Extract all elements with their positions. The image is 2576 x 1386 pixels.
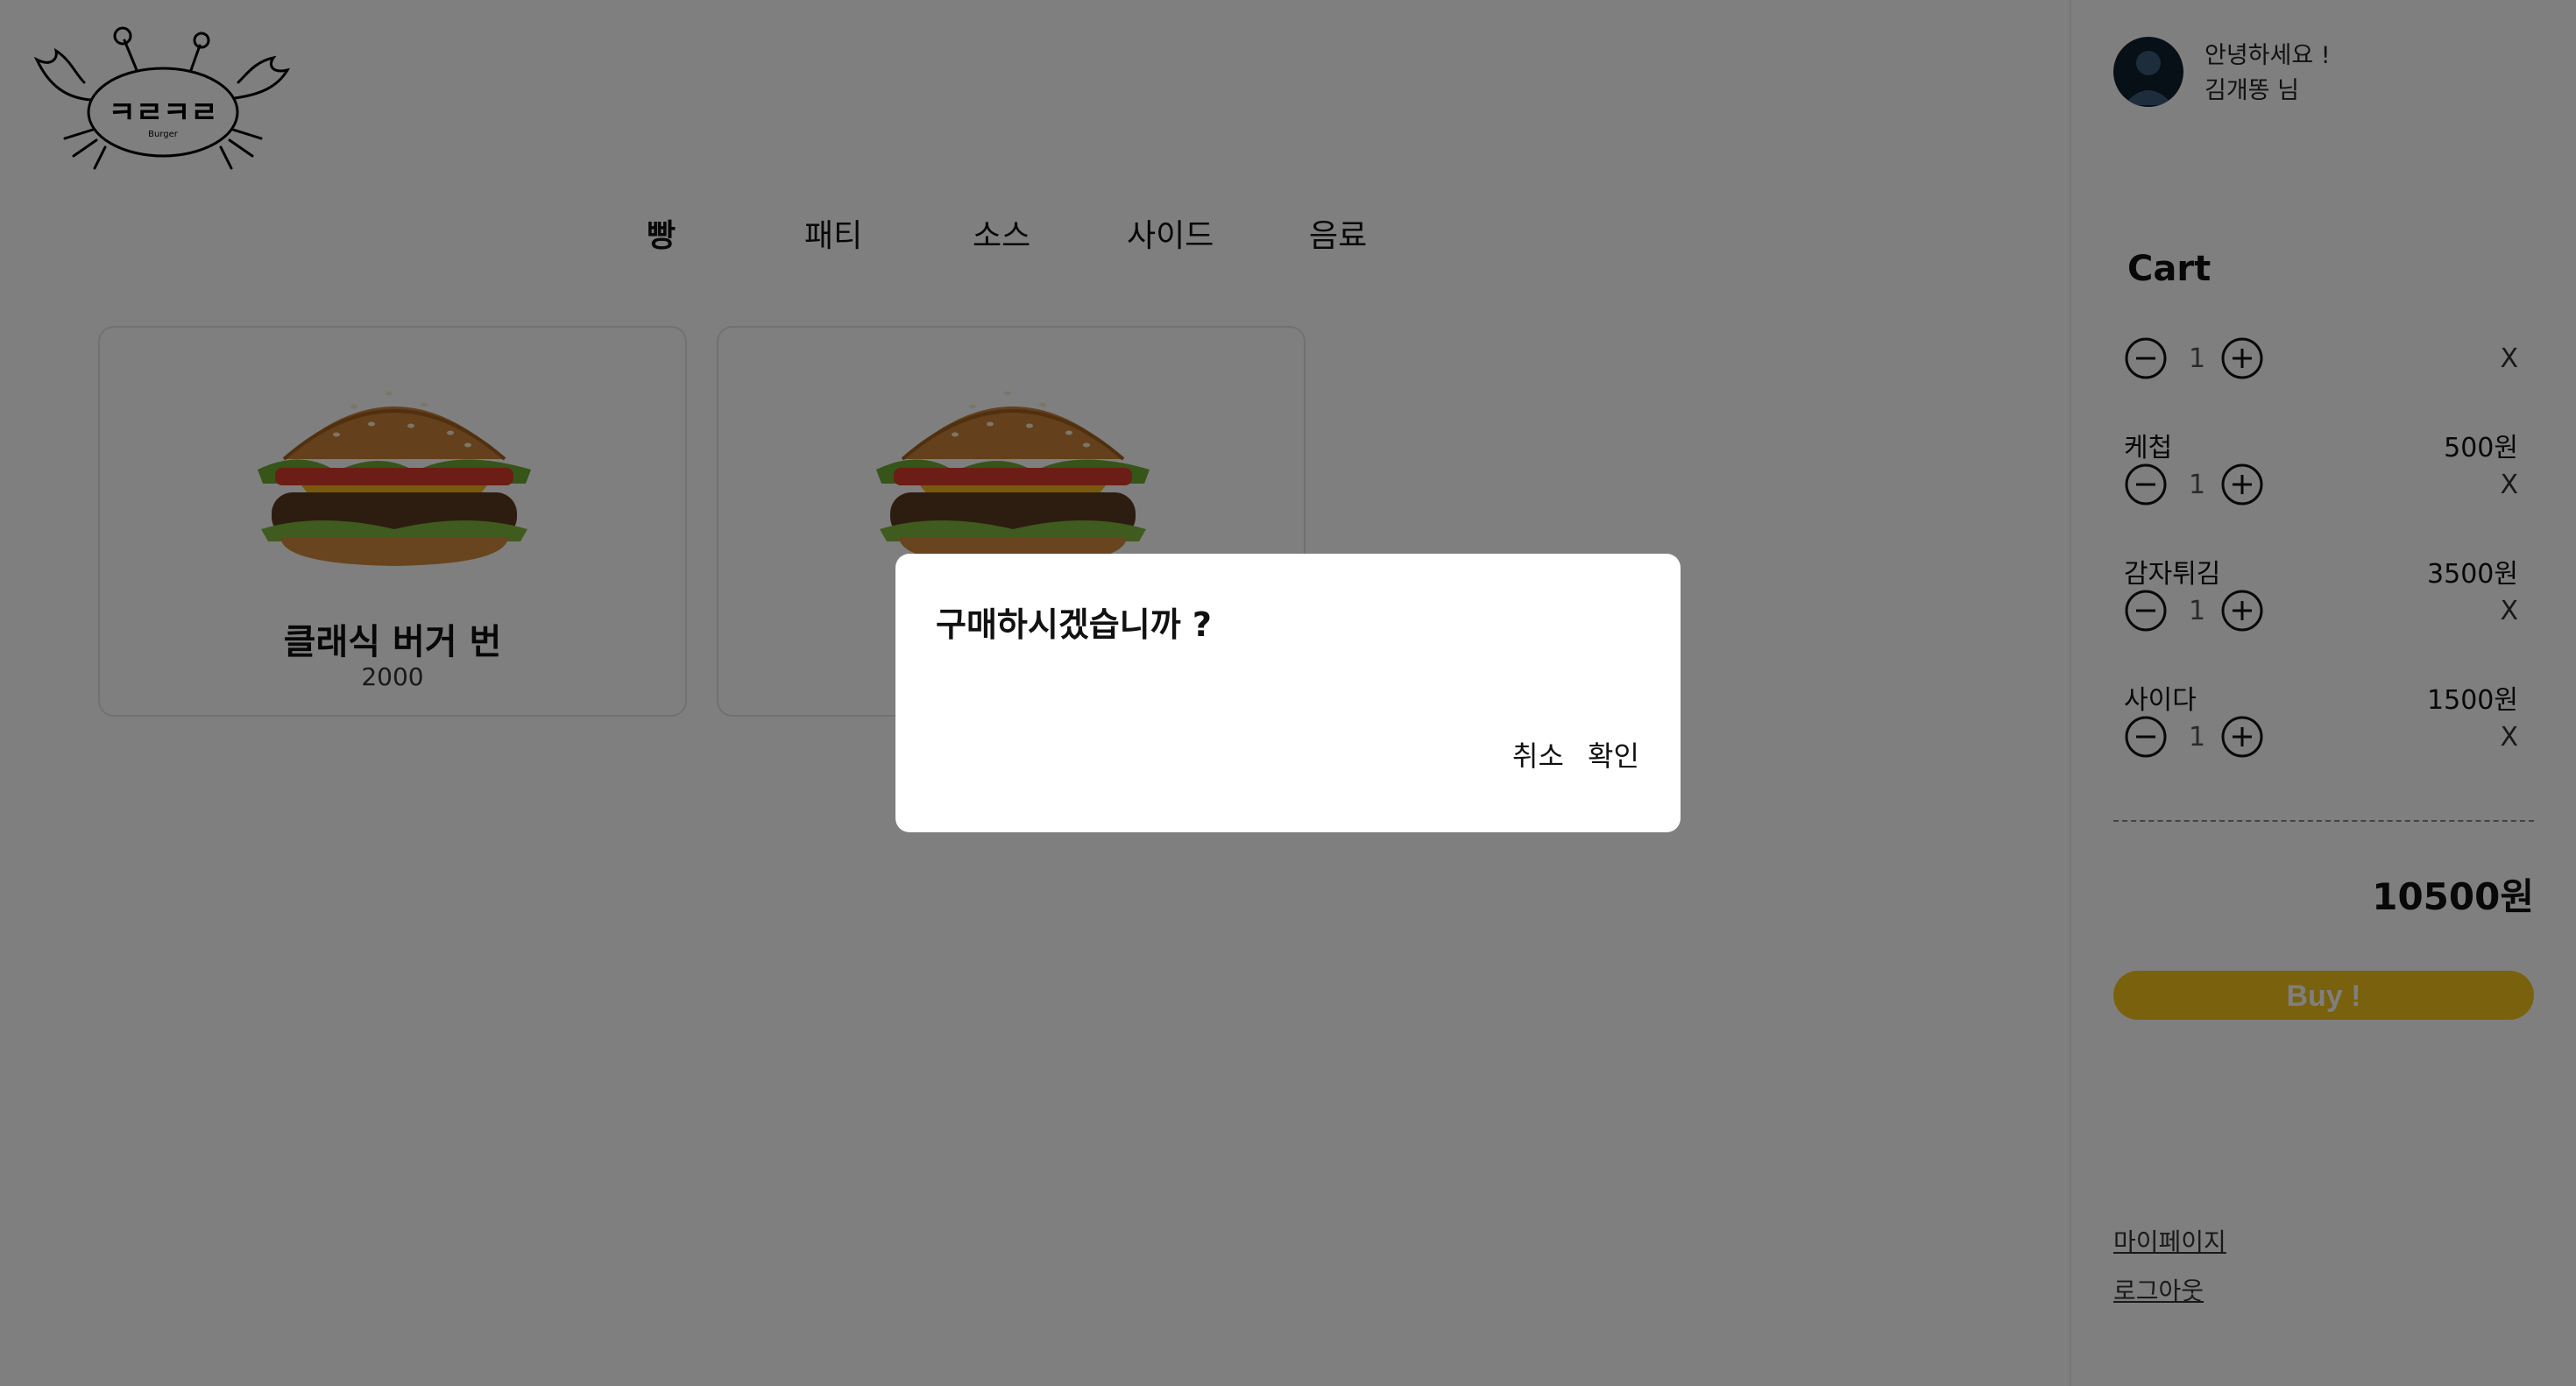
confirm-button[interactable]: 확인 <box>1588 734 1639 774</box>
confirm-dialog: 구매하시겠습니까 ? 취소 확인 <box>895 554 1681 832</box>
cancel-button[interactable]: 취소 <box>1512 734 1564 774</box>
page: ㅋㄹㅋㄹ Burger 빵 패티 소스 사이드 음료 <box>0 0 2576 1386</box>
dialog-title: 구매하시겠습니까 ? <box>936 605 1212 644</box>
